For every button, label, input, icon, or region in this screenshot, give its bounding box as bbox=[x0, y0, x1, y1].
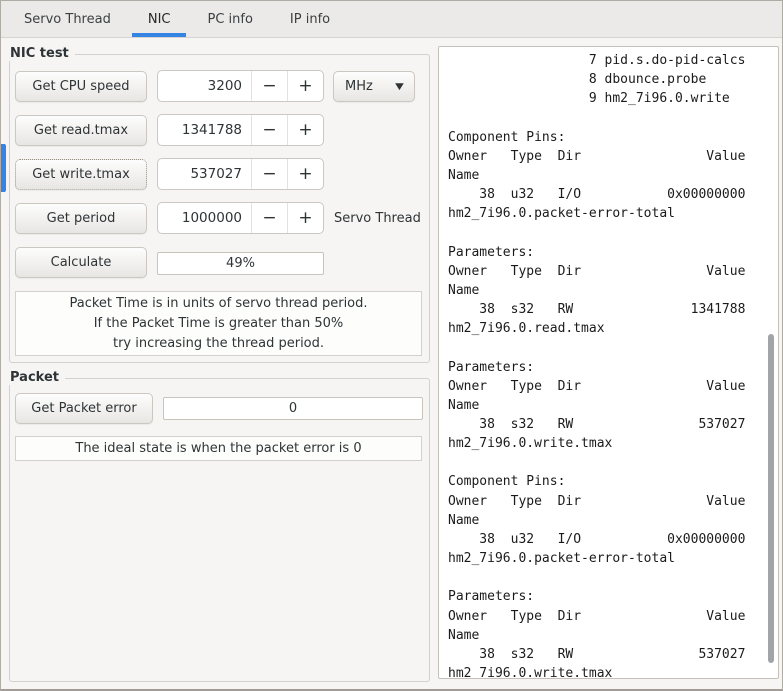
plus-icon: + bbox=[298, 76, 313, 96]
app-window: Servo Thread NIC PC info IP info NIC tes… bbox=[0, 0, 783, 691]
period-decrement-button[interactable]: − bbox=[251, 203, 287, 233]
period-value[interactable]: 1000000 bbox=[158, 203, 251, 233]
cpu-speed-spinbox: 3200 − + bbox=[157, 70, 324, 102]
cpu-speed-value[interactable]: 3200 bbox=[158, 71, 251, 101]
write-tmax-value[interactable]: 537027 bbox=[158, 159, 251, 189]
note-line-1: Packet Time is in units of servo thread … bbox=[69, 296, 368, 311]
read-tmax-increment-button[interactable]: + bbox=[287, 115, 323, 145]
tab-bar: Servo Thread NIC PC info IP info bbox=[1, 1, 782, 38]
get-cpu-speed-button[interactable]: Get CPU speed bbox=[15, 71, 147, 102]
packet-error-note: The ideal state is when the packet error… bbox=[15, 436, 422, 461]
note-line-2: If the Packet Time is greater than 50% bbox=[93, 316, 344, 331]
plus-icon: + bbox=[298, 164, 313, 184]
packet-time-note: Packet Time is in units of servo thread … bbox=[15, 291, 422, 356]
note-line-3: try increasing the thread period. bbox=[112, 336, 325, 351]
write-tmax-spinbox: 537027 − + bbox=[157, 158, 324, 190]
minus-icon: − bbox=[262, 76, 277, 96]
tab-nic[interactable]: NIC bbox=[131, 1, 187, 37]
get-packet-error-button[interactable]: Get Packet error bbox=[15, 393, 153, 424]
tab-pc-info[interactable]: PC info bbox=[191, 1, 268, 37]
write-tmax-increment-button[interactable]: + bbox=[287, 159, 323, 189]
calculate-result-field[interactable]: 49% bbox=[157, 252, 324, 275]
tab-ip-info[interactable]: IP info bbox=[274, 1, 346, 37]
cpu-speed-increment-button[interactable]: + bbox=[287, 71, 323, 101]
vertical-scrollbar-thumb[interactable] bbox=[768, 334, 774, 663]
get-read-tmax-button[interactable]: Get read.tmax bbox=[15, 115, 147, 146]
servo-thread-label: Servo Thread bbox=[334, 211, 421, 226]
packet-error-field[interactable]: 0 bbox=[163, 397, 423, 420]
minus-icon: − bbox=[262, 120, 277, 140]
calculate-button[interactable]: Calculate bbox=[15, 247, 147, 278]
left-overlay-scrollbar-indicator[interactable] bbox=[1, 144, 6, 192]
hal-output-panel: 7 pid.s.do-pid-calcs 8 dbounce.probe 9 h… bbox=[438, 46, 779, 679]
get-write-tmax-button[interactable]: Get write.tmax bbox=[15, 159, 147, 190]
write-tmax-decrement-button[interactable]: − bbox=[251, 159, 287, 189]
cpu-unit-value: MHz bbox=[345, 79, 373, 94]
minus-icon: − bbox=[262, 208, 277, 228]
period-spinbox: 1000000 − + bbox=[157, 202, 324, 234]
minus-icon: − bbox=[262, 164, 277, 184]
read-tmax-spinbox: 1341788 − + bbox=[157, 114, 324, 146]
nic-test-frame-label: NIC test bbox=[9, 46, 75, 61]
read-tmax-value[interactable]: 1341788 bbox=[158, 115, 251, 145]
period-increment-button[interactable]: + bbox=[287, 203, 323, 233]
chevron-down-icon: ▼ bbox=[395, 81, 404, 92]
read-tmax-decrement-button[interactable]: − bbox=[251, 115, 287, 145]
get-period-button[interactable]: Get period bbox=[15, 203, 147, 234]
tab-servo-thread[interactable]: Servo Thread bbox=[8, 1, 127, 37]
cpu-unit-dropdown[interactable]: MHz ▼ bbox=[333, 71, 415, 102]
packet-frame-label: Packet bbox=[9, 370, 65, 385]
plus-icon: + bbox=[298, 208, 313, 228]
hal-output-text: 7 pid.s.do-pid-calcs 8 dbounce.probe 9 h… bbox=[448, 53, 746, 679]
plus-icon: + bbox=[298, 120, 313, 140]
cpu-speed-decrement-button[interactable]: − bbox=[251, 71, 287, 101]
